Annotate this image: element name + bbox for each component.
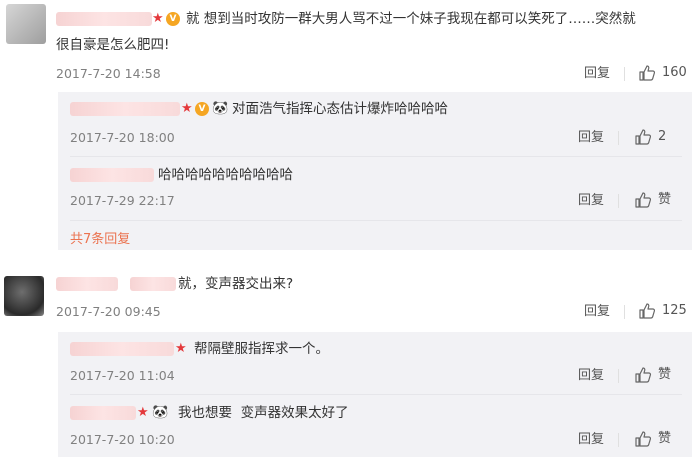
like-count: 赞 <box>658 192 672 207</box>
reply-username-blurred[interactable] <box>70 342 174 356</box>
like-count: 160 <box>662 65 687 80</box>
reply-time: 2017-7-20 10:20 <box>70 432 175 447</box>
like-button[interactable]: 160 <box>638 64 687 82</box>
username-blurred-2[interactable] <box>130 277 176 291</box>
more-replies-link[interactable]: 共7条回复 <box>70 232 130 248</box>
like-button[interactable]: 赞 <box>634 366 671 384</box>
reply-time: 2017-7-20 11:04 <box>70 368 175 383</box>
like-button[interactable]: 赞 <box>634 191 671 209</box>
thumbs-up-icon <box>635 192 652 208</box>
like-button[interactable]: 2 <box>634 128 666 146</box>
reply-username-blurred[interactable] <box>70 168 154 182</box>
reply-text: 帮隔壁服指挥求一个。 <box>194 341 329 357</box>
separator <box>70 156 682 157</box>
like-count: 赞 <box>658 431 672 446</box>
reply-button[interactable]: 回复 <box>578 368 604 384</box>
comment-text: 就 想到当时攻防一群大男人骂不过一个妹子我现在都可以笑死了……突然就 <box>186 11 636 27</box>
reply-text: 哈哈哈哈哈哈哈哈哈哈 <box>158 167 293 183</box>
thumbs-up-icon <box>639 303 656 319</box>
reply-button[interactable]: 回复 <box>584 66 610 82</box>
star-badge-icon: ★ <box>175 341 187 356</box>
star-badge-icon: ★ <box>137 405 149 420</box>
comment-text-continued: 很自豪是怎么肥四! <box>56 37 170 53</box>
reply-time: 2017-7-29 22:17 <box>70 193 175 208</box>
reply-button[interactable]: 回复 <box>584 304 610 320</box>
like-count: 125 <box>662 303 687 318</box>
divider <box>618 433 619 447</box>
separator <box>70 220 682 221</box>
thumbs-up-icon <box>635 129 652 145</box>
username-blurred[interactable] <box>56 277 118 291</box>
reply-button[interactable]: 回复 <box>578 193 604 209</box>
reply-button[interactable]: 回复 <box>578 432 604 448</box>
thumbs-up-icon <box>635 367 652 383</box>
divider <box>618 194 619 208</box>
vip-badge-icon: V <box>166 12 180 26</box>
separator <box>70 394 682 395</box>
divider <box>624 305 625 319</box>
reply-time: 2017-7-20 18:00 <box>70 130 175 145</box>
reply-username-blurred[interactable] <box>70 406 136 420</box>
reply-button[interactable]: 回复 <box>578 130 604 146</box>
like-button[interactable]: 赞 <box>634 430 671 448</box>
username-blurred[interactable] <box>56 12 152 26</box>
like-button[interactable]: 125 <box>638 302 687 320</box>
star-badge-icon: ★ <box>152 11 164 26</box>
divider <box>618 369 619 383</box>
panda-badge-icon: 🐼 <box>212 101 229 116</box>
reply-username-blurred[interactable] <box>70 102 180 116</box>
star-badge-icon: ★ <box>181 101 193 116</box>
reply-text: 我也想要 变声器效果太好了 <box>178 405 349 421</box>
panda-badge-icon: 🐼 <box>152 405 169 420</box>
thumbs-up-icon <box>635 431 652 447</box>
vip-badge-icon: V <box>195 102 209 116</box>
divider <box>618 131 619 145</box>
divider <box>624 67 625 81</box>
comment-time: 2017-7-20 14:58 <box>56 66 161 81</box>
comment-text: 就，变声器交出来? <box>178 276 294 292</box>
comment-time: 2017-7-20 09:45 <box>56 304 161 319</box>
avatar[interactable] <box>4 276 44 316</box>
avatar[interactable] <box>6 4 46 44</box>
like-count: 赞 <box>658 367 672 382</box>
thumbs-up-icon <box>639 65 656 81</box>
like-count: 2 <box>658 129 667 144</box>
reply-text: 对面浩气指挥心态估计爆炸哈哈哈哈 <box>232 101 448 117</box>
